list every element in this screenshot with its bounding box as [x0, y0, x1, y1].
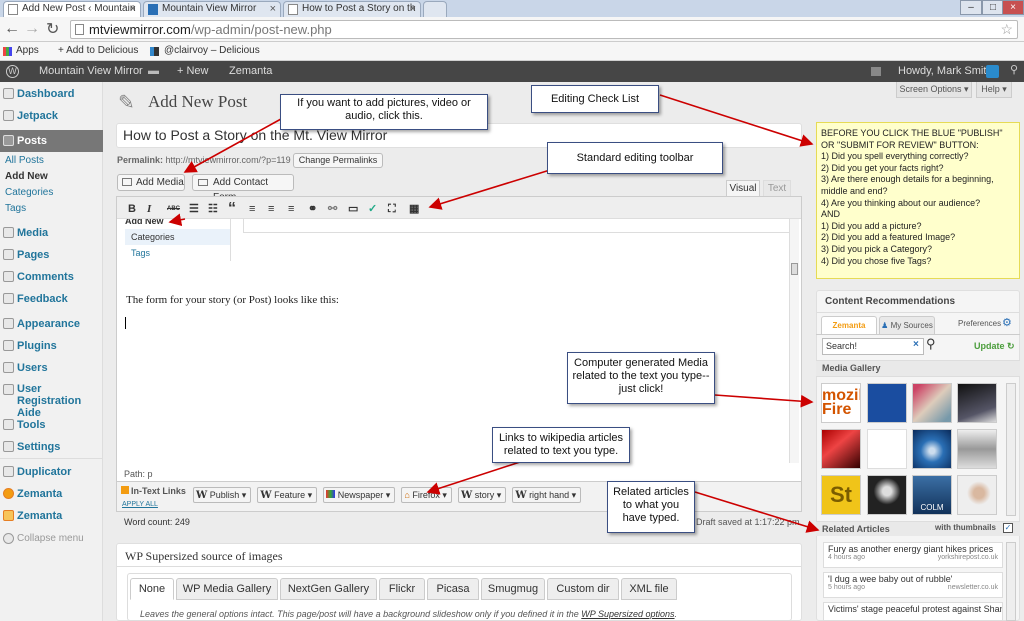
arrow-to-related-articles: [694, 491, 820, 533]
arrow-to-dropdown: [168, 213, 186, 227]
annotation-arrows: [168, 94, 820, 533]
arrow-to-toolbar: [428, 169, 551, 210]
arrow-to-add-media: [183, 113, 291, 173]
arrow-to-checklist: [659, 94, 814, 147]
callout-related-articles: Related articles to what you have typed.: [607, 481, 695, 533]
arrow-to-media-gallery: [714, 394, 814, 408]
callout-computer-media: Computer generated Media related to the …: [567, 352, 715, 404]
callout-wikipedia-links: Links to wikipedia articles related to t…: [492, 427, 630, 463]
arrow-to-in-text-links: [426, 461, 521, 495]
callout-editing-toolbar: Standard editing toolbar: [547, 142, 723, 174]
callout-editing-checklist: Editing Check List: [531, 85, 659, 113]
callout-add-pictures: If you want to add pictures, video or au…: [280, 94, 488, 130]
